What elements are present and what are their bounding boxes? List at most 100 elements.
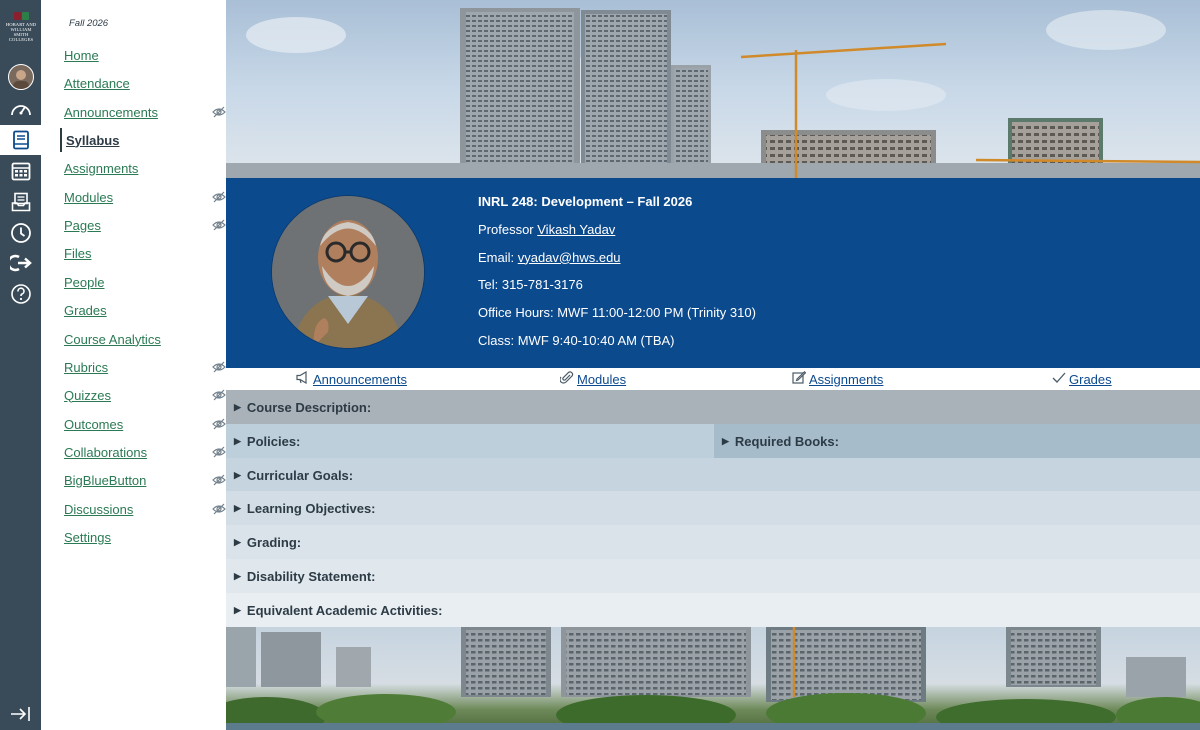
section-label: Curricular Goals: — [246, 467, 354, 483]
section-course-description[interactable]: ▶ Course Description: — [226, 390, 1200, 424]
crest-icon — [13, 12, 29, 20]
section-curricular-goals[interactable]: ▶ Curricular Goals: — [226, 458, 1200, 492]
course-nav-item-grades[interactable]: Grades — [60, 298, 220, 322]
course-nav-item-syllabus[interactable]: Syllabus — [60, 128, 222, 152]
course-nav-item-announcements[interactable]: Announcements — [60, 100, 226, 124]
course-nav-item-attendance[interactable]: Attendance — [60, 71, 220, 95]
course-nav-link[interactable]: People — [60, 275, 104, 290]
help-icon — [10, 283, 32, 305]
course-nav-item-files[interactable]: Files — [60, 241, 220, 265]
section-equivalent-activities[interactable]: ▶ Equivalent Academic Activities: — [226, 593, 1200, 627]
expand-triangle-icon: ▶ — [722, 435, 729, 446]
dashboard-button[interactable] — [0, 94, 41, 124]
course-nav-link[interactable]: Outcomes — [60, 417, 123, 432]
course-nav-link[interactable]: Discussions — [60, 502, 133, 517]
course-nav-item-discussions[interactable]: Discussions — [60, 497, 226, 521]
course-nav-link[interactable]: BigBlueButton — [60, 473, 146, 488]
help-button[interactable] — [0, 279, 41, 309]
section-disability-statement[interactable]: ▶ Disability Statement: — [226, 559, 1200, 593]
course-nav-item-pages[interactable]: Pages — [60, 213, 226, 237]
course-navigation: Fall 2026 Home Attendance Announcements Syl… — [41, 0, 226, 730]
course-nav-link[interactable]: Assignments — [60, 161, 138, 176]
section-label: Course Description: — [246, 399, 372, 415]
course-nav-link[interactable]: Attendance — [60, 76, 130, 91]
course-nav-item-quizzes[interactable]: Quizzes — [60, 383, 226, 407]
course-nav-item-home[interactable]: Home — [60, 43, 220, 67]
logo-text: HOBART AND WILLIAM SMITH COLLEGES — [5, 22, 37, 42]
expand-nav-icon — [10, 706, 32, 722]
college-logo[interactable]: HOBART AND WILLIAM SMITH COLLEGES — [3, 12, 39, 46]
course-nav-link[interactable]: Grades — [60, 303, 107, 318]
quick-link-assignments[interactable]: Assignments — [792, 371, 883, 387]
calendar-icon — [11, 161, 31, 181]
professor-link[interactable]: Vikash Yadav — [537, 222, 615, 237]
course-nav-item-rubrics[interactable]: Rubrics — [60, 355, 226, 379]
section-grading[interactable]: ▶ Grading: — [226, 525, 1200, 559]
course-nav-item-collaborations[interactable]: Collaborations — [60, 440, 226, 464]
section-policies[interactable]: ▶ Policies: — [226, 424, 714, 458]
course-nav-item-people[interactable]: People — [60, 270, 220, 294]
course-nav-link[interactable]: Settings — [60, 530, 111, 545]
expand-triangle-icon: ▶ — [234, 502, 241, 513]
course-nav-item-modules[interactable]: Modules — [60, 185, 226, 209]
course-banner: INRL 248: Development – Fall 2026 Profes… — [226, 178, 1200, 368]
class-time: Class: MWF 9:40-10:40 AM (TBA) — [478, 332, 675, 348]
course-nav-link[interactable]: Announcements — [60, 105, 158, 120]
inbox-icon — [11, 192, 31, 212]
hidden-eye-icon — [212, 218, 226, 236]
quick-link-label: Assignments — [809, 371, 884, 387]
hidden-eye-icon — [212, 445, 226, 463]
section-label: Equivalent Academic Activities: — [246, 602, 443, 618]
section-label: Required Books: — [734, 433, 839, 449]
checkmark-icon — [1052, 371, 1066, 387]
global-navigation: HOBART AND WILLIAM SMITH COLLEGES — [0, 0, 41, 730]
account-avatar — [7, 64, 34, 90]
email-link[interactable]: vyadav@hws.edu — [518, 250, 621, 265]
inbox-button[interactable] — [0, 187, 41, 217]
paperclip-icon — [559, 371, 574, 387]
hidden-eye-icon — [212, 502, 226, 520]
section-required-books[interactable]: ▶ Required Books: — [714, 424, 1200, 458]
quick-link-modules[interactable]: Modules — [559, 371, 627, 387]
expand-triangle-icon: ▶ — [234, 536, 241, 547]
course-nav-link[interactable]: Files — [60, 246, 91, 261]
course-nav-item-settings[interactable]: Settings — [60, 525, 220, 549]
professor-line: Professor Vikash Yadav — [478, 219, 756, 247]
course-nav-item-assignments[interactable]: Assignments — [60, 156, 220, 180]
commons-button[interactable] — [0, 248, 41, 278]
course-nav-item-course-analytics[interactable]: Course Analytics — [60, 327, 220, 351]
account-button[interactable] — [0, 62, 41, 92]
course-nav-link[interactable]: Quizzes — [60, 388, 111, 403]
email-prefix: Email: — [478, 249, 518, 265]
course-nav-link[interactable]: Syllabus — [62, 133, 119, 148]
hidden-eye-icon — [212, 105, 226, 123]
collapse-nav-button[interactable] — [0, 699, 41, 729]
hidden-eye-icon — [212, 190, 226, 208]
hidden-eye-icon — [212, 417, 226, 435]
edit-icon — [792, 371, 807, 387]
section-label: Policies: — [246, 433, 301, 449]
course-nav-link[interactable]: Collaborations — [60, 445, 147, 460]
section-label: Disability Statement: — [246, 568, 376, 584]
footer-photo — [226, 627, 1200, 730]
calendar-button[interactable] — [0, 156, 41, 186]
section-label: Grading: — [246, 534, 302, 550]
courses-button[interactable] — [0, 125, 41, 155]
term-label: Fall 2026 — [69, 18, 109, 29]
quick-link-grades[interactable]: Grades — [1052, 371, 1112, 387]
header-photo — [226, 0, 1200, 178]
course-nav-link[interactable]: Course Analytics — [60, 332, 161, 347]
quick-link-announcements[interactable]: Announcements — [296, 370, 407, 387]
course-nav-item-bigbluebutton[interactable]: BigBlueButton — [60, 468, 226, 492]
history-button[interactable] — [0, 218, 41, 248]
history-icon — [10, 222, 32, 244]
course-nav-item-outcomes[interactable]: Outcomes — [60, 412, 226, 436]
course-title: INRL 248: Development – Fall 2026 — [478, 194, 693, 209]
quick-link-label: Modules — [577, 371, 627, 387]
section-learning-objectives[interactable]: ▶ Learning Objectives: — [226, 491, 1200, 525]
course-nav-link[interactable]: Home — [60, 48, 99, 63]
course-nav-link[interactable]: Modules — [60, 190, 113, 205]
expand-triangle-icon: ▶ — [234, 604, 241, 615]
course-nav-link[interactable]: Pages — [60, 218, 101, 233]
course-nav-link[interactable]: Rubrics — [60, 360, 108, 375]
